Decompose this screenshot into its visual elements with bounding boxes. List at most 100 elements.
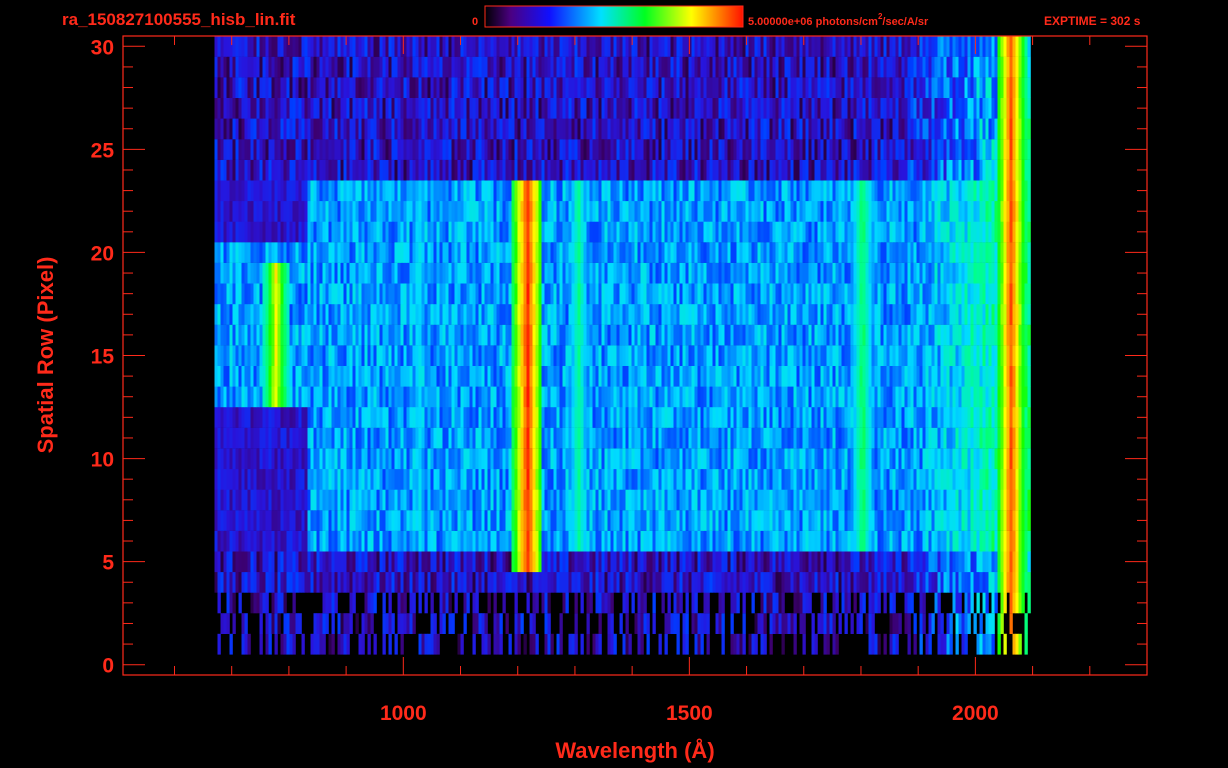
heatmap-cell <box>1021 427 1025 449</box>
heatmap-cell <box>409 386 413 408</box>
heatmap-cell <box>517 386 521 408</box>
heatmap-cell <box>304 489 308 511</box>
heatmap-cell <box>778 407 782 428</box>
heatmap-cell <box>982 345 986 366</box>
heatmap-cell <box>280 365 284 387</box>
heatmap-cell <box>670 304 674 325</box>
heatmap-cell <box>340 551 344 573</box>
heatmap-cell <box>742 365 746 387</box>
heatmap-cell <box>961 365 965 387</box>
heatmap-cell <box>427 262 431 284</box>
heatmap-cell <box>1015 345 1019 366</box>
heatmap-cell <box>820 448 824 470</box>
heatmap-cell <box>250 407 254 428</box>
heatmap-cell <box>226 448 230 470</box>
heatmap-cell <box>673 324 677 346</box>
heatmap-cell <box>934 551 938 573</box>
heatmap-cell <box>760 242 764 263</box>
heatmap-cell <box>397 262 401 284</box>
heatmap-cell <box>346 530 350 552</box>
heatmap-cell <box>814 530 818 552</box>
heatmap-cell <box>946 427 950 449</box>
heatmap-cell <box>523 262 527 284</box>
heatmap-cell <box>679 468 683 490</box>
heatmap-cell <box>544 304 548 325</box>
heatmap-cell <box>1027 448 1031 470</box>
heatmap-cell <box>307 530 311 552</box>
heatmap-cell <box>286 530 290 552</box>
heatmap-cell <box>838 571 842 593</box>
heatmap-cell <box>664 571 668 593</box>
heatmap-cell <box>259 551 263 573</box>
heatmap-cell <box>970 407 974 428</box>
heatmap-cell <box>343 489 347 511</box>
heatmap-cell <box>700 613 704 634</box>
heatmap-cell <box>769 489 773 511</box>
heatmap-cell <box>457 633 461 655</box>
heatmap-cell <box>862 304 866 325</box>
heatmap-cell <box>640 530 644 552</box>
heatmap-cell <box>520 365 524 387</box>
heatmap-cell <box>1018 407 1022 428</box>
heatmap-cell <box>469 386 473 408</box>
heatmap-cell <box>988 613 992 634</box>
heatmap-cell <box>502 510 506 531</box>
heatmap-cell <box>568 448 572 470</box>
heatmap-cell <box>367 489 371 511</box>
heatmap-cell <box>946 530 950 552</box>
heatmap-cell <box>724 283 728 305</box>
heatmap-cell <box>400 324 404 346</box>
heatmap-cell <box>622 262 626 284</box>
heatmap-cell <box>691 510 695 531</box>
heatmap-cell <box>649 530 653 552</box>
heatmap-cell <box>721 551 725 573</box>
heatmap-cell <box>631 427 635 449</box>
heatmap-cell <box>241 427 245 449</box>
heatmap-cell <box>850 345 854 366</box>
heatmap-cell <box>625 283 629 305</box>
heatmap-cell <box>757 551 761 573</box>
heatmap-cell <box>484 571 488 593</box>
heatmap-cell <box>250 448 254 470</box>
heatmap-cell <box>364 571 368 593</box>
heatmap-cell <box>595 448 599 470</box>
heatmap-cell <box>652 242 656 263</box>
heatmap-cell <box>376 448 380 470</box>
heatmap-cell <box>946 324 950 346</box>
heatmap-cell <box>346 365 350 387</box>
heatmap-cell <box>613 633 617 655</box>
heatmap-cell <box>592 633 596 655</box>
heatmap-cell <box>1003 304 1007 325</box>
heatmap-cell <box>646 365 650 387</box>
heatmap-cell <box>238 551 242 573</box>
heatmap-cell <box>769 613 773 634</box>
heatmap-cell <box>979 448 983 470</box>
heatmap-cell <box>877 324 881 346</box>
heatmap-cell <box>604 510 608 531</box>
heatmap-cell <box>1006 427 1010 449</box>
heatmap-cell <box>364 283 368 305</box>
heatmap-cell <box>712 530 716 552</box>
heatmap-cell <box>250 427 254 449</box>
heatmap-cell <box>763 386 767 408</box>
heatmap-cell <box>913 386 917 408</box>
heatmap-cell <box>1024 365 1028 387</box>
heatmap-cell <box>439 407 443 428</box>
heatmap-cell <box>1015 448 1019 470</box>
heatmap-cell <box>673 510 677 531</box>
heatmap-cell <box>778 345 782 366</box>
heatmap-cell <box>382 633 386 655</box>
heatmap-cell <box>574 407 578 428</box>
spectrum-plot: 1000 1500 2000 051015202530 ra_15082710055… <box>33 5 1148 763</box>
heatmap-cell <box>646 324 650 346</box>
heatmap-cell <box>607 365 611 387</box>
heatmap-cell <box>244 510 248 531</box>
heatmap-cell <box>559 304 563 325</box>
heatmap-cell <box>805 427 809 449</box>
heatmap-cell <box>838 551 842 573</box>
heatmap-cell <box>844 551 848 573</box>
heatmap-cell <box>361 448 365 470</box>
heatmap-cell <box>1006 283 1010 305</box>
heatmap-cell <box>964 633 968 655</box>
heatmap-cell <box>298 510 302 531</box>
